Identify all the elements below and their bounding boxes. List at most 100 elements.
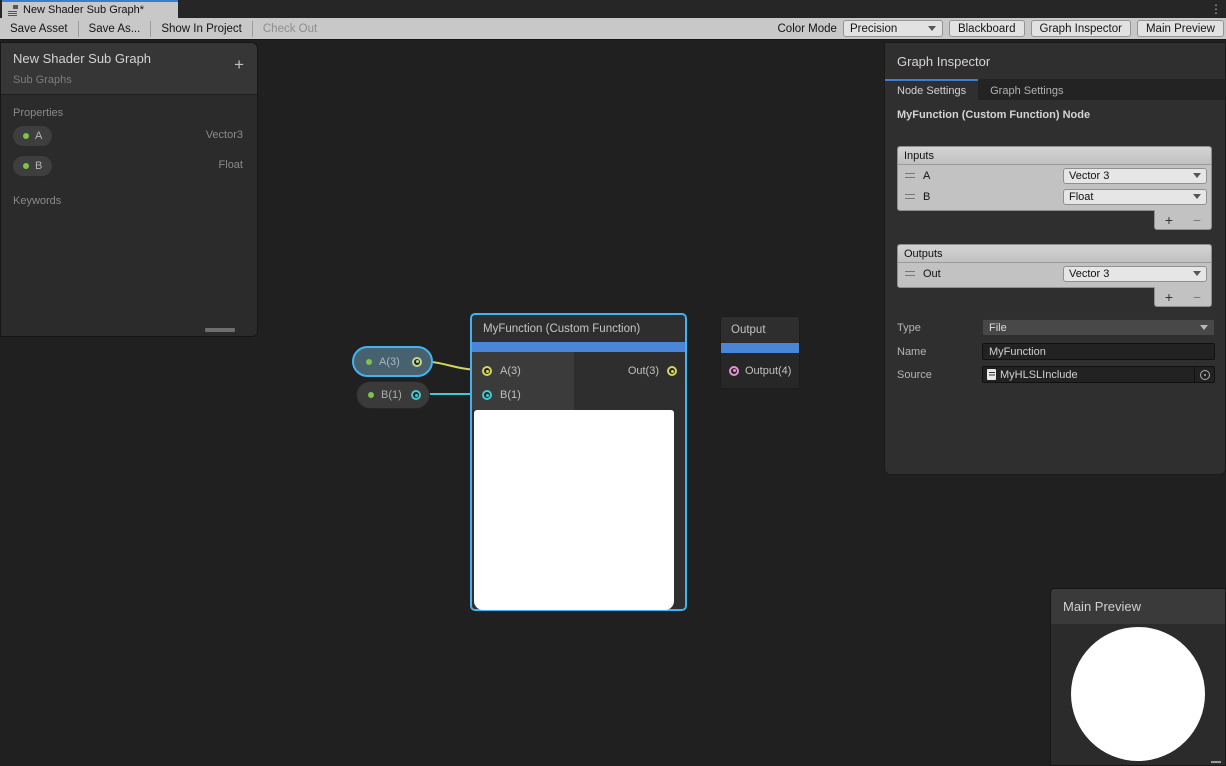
add-property-button[interactable]: +	[234, 56, 244, 73]
main-preview-resize-handle[interactable]	[1211, 761, 1221, 763]
input-a-type-dropdown[interactable]: Vector 3	[1063, 168, 1207, 184]
output-port-label: Out(3)	[628, 365, 659, 377]
output-node-input-port[interactable]	[729, 366, 739, 376]
blackboard-property-name: A	[35, 130, 42, 142]
type-dropdown[interactable]: File	[982, 319, 1215, 336]
precision-color-bar	[721, 343, 799, 353]
document-tab[interactable]: New Shader Sub Graph*	[2, 0, 178, 18]
blackboard-resize-handle[interactable]	[205, 328, 235, 332]
blackboard-property-row: B Float	[1, 153, 257, 183]
shader-graph-window: New Shader Sub Graph* ⋮ Save Asset Save …	[0, 0, 1226, 766]
source-field-row: Source MyHLSLInclude	[897, 366, 1215, 383]
name-input[interactable]: MyFunction	[982, 343, 1215, 360]
inputs-list-header: Inputs	[898, 147, 1211, 165]
property-dot-icon	[23, 163, 29, 169]
name-field-row: Name MyFunction	[897, 343, 1215, 360]
property-dot-icon	[368, 392, 374, 398]
output-type-value: Vector 3	[1069, 268, 1109, 280]
object-picker-button[interactable]	[1194, 366, 1214, 383]
inputs-list: Inputs A Vector 3 B Float	[897, 146, 1212, 211]
drag-handle-icon[interactable]	[905, 271, 915, 276]
blackboard-property-type: Float	[219, 159, 243, 171]
node-port-area: A(3) B(1) Out(3)	[472, 352, 685, 410]
output-node-port-label: Output(4)	[745, 365, 791, 377]
check-out-button: Check Out	[253, 18, 327, 39]
source-value: MyHLSLInclude	[1000, 369, 1190, 381]
input-port-a-label: A(3)	[500, 365, 521, 377]
save-asset-button[interactable]: Save Asset	[0, 18, 78, 39]
keywords-section-label: Keywords	[13, 195, 257, 207]
blackboard-subtitle: Sub Graphs	[13, 74, 72, 86]
show-in-project-button[interactable]: Show In Project	[151, 18, 252, 39]
precision-color-bar	[472, 342, 685, 352]
remove-input-button[interactable]: −	[1193, 213, 1201, 227]
document-tab-strip: New Shader Sub Graph* ⋮	[0, 0, 1226, 18]
source-object-field[interactable]: MyHLSLInclude	[982, 366, 1215, 383]
output-type-dropdown[interactable]: Vector 3	[1063, 266, 1207, 282]
node-preview-surface	[474, 410, 674, 610]
property-dot-icon	[23, 133, 29, 139]
drag-handle-icon[interactable]	[905, 194, 915, 199]
remove-output-button[interactable]: −	[1193, 290, 1201, 304]
output-port-out[interactable]	[667, 366, 677, 376]
graph-inspector-panel: Graph Inspector Node Settings Graph Sett…	[884, 42, 1226, 475]
node-settings-heading: MyFunction (Custom Function) Node	[897, 109, 1090, 121]
node-port-area: Output(4)	[721, 353, 799, 388]
inputs-row-a[interactable]: A Vector 3	[898, 165, 1211, 186]
property-a-output-port[interactable]	[412, 357, 422, 367]
sub-graph-asset-icon	[8, 5, 19, 16]
drag-handle-icon[interactable]	[905, 173, 915, 178]
output-node[interactable]: Output Output(4)	[720, 316, 800, 389]
input-b-type-value: Float	[1069, 191, 1093, 203]
blackboard-property-type: Vector3	[206, 129, 243, 141]
inputs-row-b[interactable]: B Float	[898, 186, 1211, 207]
color-mode-dropdown[interactable]: Precision	[843, 20, 943, 37]
property-node-label: B(1)	[381, 389, 404, 401]
document-tab-title: New Shader Sub Graph*	[23, 4, 144, 16]
chevron-down-icon	[1193, 173, 1201, 178]
type-value: File	[989, 322, 1007, 334]
blackboard-title: New Shader Sub Graph	[13, 51, 151, 66]
main-preview-viewport[interactable]	[1051, 624, 1225, 765]
blackboard-property-row: A Vector3	[1, 123, 257, 153]
tab-node-settings[interactable]: Node Settings	[885, 79, 978, 100]
input-port-b[interactable]	[482, 390, 492, 400]
blackboard-property-a[interactable]: A	[12, 125, 53, 147]
source-label: Source	[897, 369, 982, 381]
input-b-type-dropdown[interactable]: Float	[1063, 189, 1207, 205]
property-b-output-port[interactable]	[411, 390, 421, 400]
input-port-a[interactable]	[482, 366, 492, 376]
blackboard-property-b[interactable]: B	[12, 155, 53, 177]
graph-inspector-tab-bar: Node Settings Graph Settings	[885, 79, 1225, 100]
node-title: MyFunction (Custom Function)	[472, 315, 685, 342]
main-preview-title: Main Preview	[1051, 589, 1225, 624]
inputs-list-footer: + −	[1154, 210, 1212, 230]
hlsl-file-icon	[987, 369, 996, 380]
outputs-list-header: Outputs	[898, 245, 1211, 263]
outputs-list-footer: + −	[1154, 287, 1212, 307]
outputs-row-out[interactable]: Out Vector 3	[898, 263, 1211, 284]
graph-inspector-toggle-button[interactable]: Graph Inspector	[1031, 20, 1131, 37]
output-port-row: Out(3)	[628, 361, 677, 381]
add-output-button[interactable]: +	[1165, 290, 1173, 304]
main-preview-toggle-button[interactable]: Main Preview	[1137, 20, 1224, 37]
property-node-b[interactable]: B(1)	[356, 381, 430, 409]
tab-graph-settings[interactable]: Graph Settings	[978, 79, 1075, 100]
blackboard-panel: New Shader Sub Graph Sub Graphs + Proper…	[0, 42, 258, 337]
color-mode-value: Precision	[850, 23, 897, 35]
blackboard-toggle-button[interactable]: Blackboard	[949, 20, 1025, 37]
property-node-a[interactable]: A(3)	[352, 346, 433, 377]
overflow-menu-icon[interactable]: ⋮	[1210, 1, 1222, 17]
type-label: Type	[897, 322, 982, 334]
name-label: Name	[897, 346, 982, 358]
input-port-row-a: A(3)	[482, 361, 521, 381]
add-input-button[interactable]: +	[1165, 213, 1173, 227]
output-name: Out	[923, 268, 1063, 280]
color-mode-label: Color Mode	[778, 23, 837, 35]
blackboard-header: New Shader Sub Graph Sub Graphs +	[1, 43, 257, 95]
node-title: Output	[721, 317, 799, 343]
chevron-down-icon	[928, 26, 936, 31]
save-as-button[interactable]: Save As...	[79, 18, 151, 39]
custom-function-node[interactable]: MyFunction (Custom Function) A(3) B(1) O…	[470, 313, 687, 611]
type-field-row: Type File	[897, 319, 1215, 336]
